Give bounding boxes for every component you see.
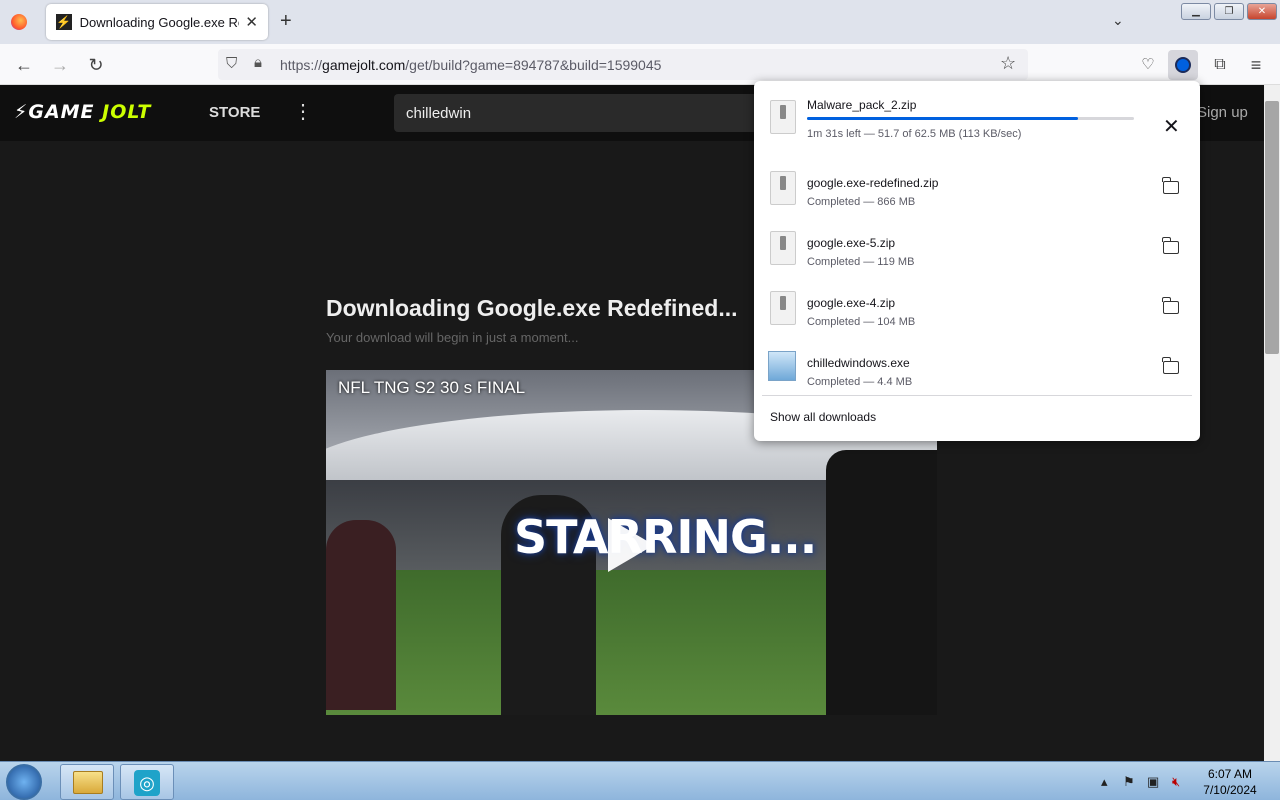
download-status: Completed — 4.4 MB xyxy=(807,376,913,388)
download-progress-fill xyxy=(807,117,1079,120)
lock-icon[interactable]: 🔒︎ xyxy=(254,54,262,71)
tab-title: Downloading Google.exe Redef xyxy=(79,14,240,30)
show-all-downloads-button[interactable]: Show all downloads xyxy=(770,410,876,424)
more-menu-icon[interactable]: ⋮ xyxy=(293,99,313,124)
firefox-icon[interactable] xyxy=(11,14,27,30)
zip-file-icon xyxy=(770,291,796,325)
folder-icon[interactable] xyxy=(1162,177,1179,194)
download-status: Completed — 104 MB xyxy=(807,316,916,328)
clock-time: 6:07 AM xyxy=(1207,767,1253,781)
gamejolt-logo[interactable]: ⚡GAME JOLT xyxy=(14,101,151,123)
navigation-bar: ← → ↻ ⛉ 🔒︎ https://gamejolt.com/get/buil… xyxy=(0,44,1280,85)
url-text[interactable]: https://gamejolt.com/get/build?game=8947… xyxy=(280,57,661,73)
download-name: google.exe-5.zip xyxy=(807,236,896,250)
download-item[interactable]: google.exe-redefined.zip Completed — 866… xyxy=(754,159,1200,219)
tab-list-icon[interactable]: ⌄ xyxy=(1112,12,1124,29)
pocket-icon[interactable]: ♡ xyxy=(1134,52,1162,78)
downloads-icon[interactable] xyxy=(1168,50,1198,80)
taskbar: ◎ ▴ ⚑ ▣ 🔇︎ 6:07 AM 7/10/2024 xyxy=(0,761,1280,800)
close-window-button[interactable]: ✕ xyxy=(1247,3,1277,20)
page-subtitle: Your download will begin in just a momen… xyxy=(326,330,579,345)
video-title: NFL TNG S2 30 s FINAL xyxy=(338,378,526,397)
restore-button[interactable]: ❐ xyxy=(1214,3,1244,20)
clock-date: 7/10/2024 xyxy=(1203,783,1257,797)
download-name: chilledwindows.exe xyxy=(807,356,910,370)
play-icon[interactable] xyxy=(608,518,654,572)
minimize-button[interactable]: ▁ xyxy=(1181,3,1211,20)
action-center-flag-icon[interactable]: ⚑ xyxy=(1123,774,1135,790)
volume-muted-icon[interactable]: 🔇︎ xyxy=(1172,774,1180,790)
search-input[interactable]: chilledwin xyxy=(394,94,774,132)
system-clock[interactable]: 6:07 AM 7/10/2024 xyxy=(1195,766,1265,798)
exe-file-icon xyxy=(768,351,796,381)
download-name: google.exe-redefined.zip xyxy=(807,176,939,190)
video-camera-rig xyxy=(826,450,937,715)
downloads-panel: Malware_pack_2.zip 1m 31s left — 51.7 of… xyxy=(754,81,1200,441)
download-status: 1m 31s left — 51.7 of 62.5 MB (113 KB/se… xyxy=(807,128,1022,140)
taskbar-explorer-button[interactable] xyxy=(60,764,114,800)
download-progress-bar xyxy=(807,117,1134,120)
download-item-active[interactable]: Malware_pack_2.zip 1m 31s left — 51.7 of… xyxy=(754,88,1200,148)
back-icon[interactable]: ← xyxy=(10,52,38,78)
scrollbar-thumb[interactable] xyxy=(1265,101,1279,354)
url-bar[interactable]: ⛉ 🔒︎ https://gamejolt.com/get/build?game… xyxy=(218,49,1028,80)
video-person xyxy=(326,520,396,710)
store-link[interactable]: STORE xyxy=(209,104,260,121)
menu-icon[interactable]: ≡ xyxy=(1242,52,1270,78)
download-status: Completed — 866 MB xyxy=(807,196,916,208)
tab-active[interactable]: ⚡ Downloading Google.exe Redef ✕ xyxy=(46,4,268,40)
video-overlay-text: STARRING... xyxy=(514,510,817,564)
forward-icon[interactable]: → xyxy=(46,52,74,78)
tab-close-icon[interactable]: ✕ xyxy=(245,13,258,31)
folder-icon[interactable] xyxy=(1162,237,1179,254)
folder-icon xyxy=(73,771,103,794)
shield-icon[interactable]: ⛉ xyxy=(226,55,237,72)
star-icon[interactable]: ☆ xyxy=(1000,53,1016,74)
globe-icon: ◎ xyxy=(134,770,160,796)
download-name: Malware_pack_2.zip xyxy=(807,98,917,112)
page-title: Downloading Google.exe Redefined... xyxy=(326,295,738,321)
download-item[interactable]: google.exe-4.zip Completed — 104 MB xyxy=(754,279,1200,339)
download-name: google.exe-4.zip xyxy=(807,296,896,310)
start-button[interactable] xyxy=(6,764,42,800)
panel-divider xyxy=(762,395,1192,396)
network-icon[interactable]: ▣ xyxy=(1147,774,1159,790)
cancel-download-icon[interactable]: ✕ xyxy=(1163,117,1180,137)
download-item[interactable]: chilledwindows.exe Completed — 4.4 MB xyxy=(754,339,1200,399)
tab-strip: ⚡ Downloading Google.exe Redef ✕ + ⌄ ▁ ❐… xyxy=(0,0,1280,44)
reload-icon[interactable]: ↻ xyxy=(82,52,110,78)
download-status: Completed — 119 MB xyxy=(807,256,915,268)
show-hidden-icons-icon[interactable]: ▴ xyxy=(1101,774,1108,790)
gamejolt-favicon-icon: ⚡ xyxy=(56,14,72,30)
zip-file-icon xyxy=(770,100,796,134)
extensions-icon[interactable]: ⧉ xyxy=(1206,52,1234,78)
zip-file-icon xyxy=(770,231,796,265)
folder-icon[interactable] xyxy=(1162,357,1179,374)
taskbar-browser-button[interactable]: ◎ xyxy=(120,764,174,800)
signup-link[interactable]: Sign up xyxy=(1197,104,1248,121)
new-tab-button[interactable]: + xyxy=(280,10,292,33)
download-item[interactable]: google.exe-5.zip Completed — 119 MB xyxy=(754,219,1200,279)
folder-icon[interactable] xyxy=(1162,297,1179,314)
zip-file-icon xyxy=(770,171,796,205)
